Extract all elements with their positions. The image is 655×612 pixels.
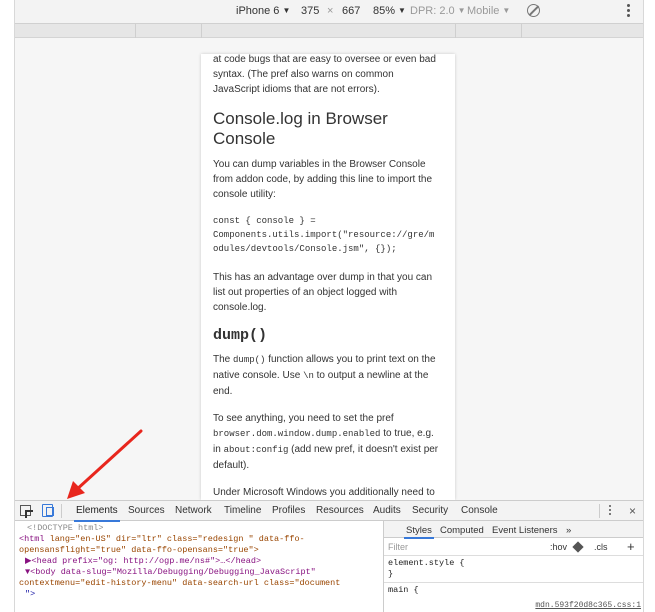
media-query-ruler[interactable] xyxy=(15,24,643,38)
tab-console[interactable]: Console xyxy=(461,505,498,516)
devtools-tabbar: Elements Sources Network Timeline Profil… xyxy=(15,501,643,522)
tab-network[interactable]: Network xyxy=(175,505,212,516)
height-field[interactable]: 667 xyxy=(342,5,360,17)
styles-pane: Styles Computed Event Listeners » Filter… xyxy=(383,521,643,612)
emulated-page[interactable]: at code bugs that are easy to oversee or… xyxy=(201,54,455,500)
styles-filter-input[interactable]: Filter xyxy=(388,542,408,552)
main-style-rule[interactable]: main { xyxy=(384,582,643,598)
tab-resources[interactable]: Resources xyxy=(316,505,364,516)
more-options-icon[interactable] xyxy=(627,4,631,18)
dom-doctype[interactable]: <!DOCTYPE html> xyxy=(19,523,379,534)
device-select[interactable]: iPhone 6 ▼ xyxy=(236,5,290,17)
zoom-label: 85% xyxy=(373,5,396,17)
class-toggle[interactable]: .cls xyxy=(594,542,608,552)
tab-timeline[interactable]: Timeline xyxy=(224,505,261,516)
more-tabs-icon[interactable]: » xyxy=(566,525,571,536)
caret-down-icon: ▼ xyxy=(457,6,466,15)
hover-state-toggle[interactable]: :hov xyxy=(550,542,567,552)
heading-console-log: Console.log in Browser Console xyxy=(213,109,388,148)
code-block: const { console } = Components.utils.imp… xyxy=(213,216,435,254)
browser-window: iPhone 6 ▼ 375 × 667 85% ▼ DPR: 2.0 ▼ Mobil… xyxy=(14,0,644,612)
tab-security[interactable]: Security xyxy=(412,505,448,516)
tab-profiles[interactable]: Profiles xyxy=(272,505,305,516)
devtools-panel: Elements Sources Network Timeline Profil… xyxy=(15,500,643,612)
see-paragraph: To see anything, you need to set the pre… xyxy=(213,413,439,471)
device-mode-icon[interactable] xyxy=(42,504,54,517)
dump-paragraph: The dump() function allows you to print … xyxy=(213,354,436,397)
dimension-separator: × xyxy=(327,5,334,17)
dom-body-close: "> xyxy=(25,589,36,599)
mode-label: Mobile xyxy=(467,5,500,17)
device-toolbar: iPhone 6 ▼ 375 × 667 85% ▼ DPR: 2.0 ▼ Mobil… xyxy=(15,0,643,24)
dom-html-attrs: opensansflight="true" data-ffo-opensans=… xyxy=(19,545,259,555)
tab-elements[interactable]: Elements xyxy=(74,505,120,522)
device-label: iPhone 6 xyxy=(236,5,280,17)
add-rule-icon[interactable]: + xyxy=(627,539,635,554)
dom-head-node[interactable]: ▶<head prefix="og: http://ogp.me/ns#">…<… xyxy=(19,556,379,567)
red-arrow-annotation xyxy=(67,429,143,499)
tab-audits[interactable]: Audits xyxy=(373,505,401,516)
dpr-label: DPR: 2.0 xyxy=(410,5,455,17)
zoom-select[interactable]: 85% ▼ xyxy=(373,5,406,17)
console-paragraph: You can dump variables in the Browser Co… xyxy=(213,159,433,200)
element-style-rule[interactable]: element.style { } xyxy=(384,556,643,582)
caret-down-icon: ▼ xyxy=(282,6,291,15)
inspect-element-icon[interactable] xyxy=(20,505,33,518)
devtools-menu-icon[interactable] xyxy=(609,505,611,517)
caret-down-icon: ▼ xyxy=(502,6,511,15)
dom-body-attrs: contextmenu="edit-history-menu" data-sea… xyxy=(19,578,341,588)
stylesheet-source-link[interactable]: mdn.593f20d8c365.css:1 xyxy=(535,601,641,610)
close-icon[interactable]: × xyxy=(629,504,636,518)
tab-event-listeners[interactable]: Event Listeners xyxy=(492,525,557,536)
tab-styles[interactable]: Styles xyxy=(404,525,434,539)
width-field[interactable]: 375 xyxy=(301,5,319,17)
tab-sources[interactable]: Sources xyxy=(128,505,165,516)
pin-icon[interactable] xyxy=(572,541,584,553)
dom-body-node[interactable]: ▼<body data-slug="Mozilla/Debugging/Debu… xyxy=(19,567,379,578)
advantage-paragraph: This has an advantage over dump in that … xyxy=(213,272,433,313)
dom-tree[interactable]: <!DOCTYPE html> <html lang="en-US" dir="… xyxy=(15,521,383,612)
styles-tabbar: Styles Computed Event Listeners » xyxy=(384,521,643,539)
styles-filter-row: Filter :hov .cls + xyxy=(384,538,643,556)
caret-down-icon: ▼ xyxy=(398,6,406,15)
windows-paragraph: Under Microsoft Windows you additionally… xyxy=(213,487,435,498)
throttle-icon[interactable] xyxy=(527,4,540,17)
tab-computed[interactable]: Computed xyxy=(440,525,484,536)
mode-select[interactable]: Mobile ▼ xyxy=(467,5,510,17)
heading-dump: dump() xyxy=(213,327,268,344)
intro-paragraph: at code bugs that are easy to oversee or… xyxy=(213,54,436,95)
dom-html-node[interactable]: <html lang="en-US" dir="ltr" class="rede… xyxy=(19,534,379,545)
dpr-select[interactable]: DPR: 2.0 ▼ xyxy=(410,5,466,17)
